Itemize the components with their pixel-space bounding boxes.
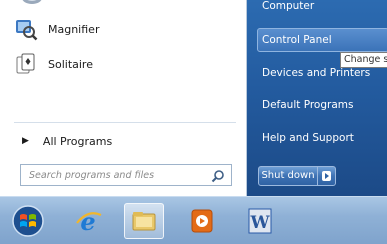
start-menu-programs-pane: Magnifier Solitaire ▶ All Programs: [0, 0, 247, 196]
program-label: Magnifier: [48, 22, 100, 36]
taskbar-media-player[interactable]: [182, 203, 222, 239]
program-solitaire[interactable]: Solitaire: [14, 49, 234, 79]
menu-item-help-and-support[interactable]: Help and Support: [262, 132, 354, 144]
menu-item-default-programs[interactable]: Default Programs: [262, 99, 353, 111]
file-explorer-icon: [132, 212, 156, 231]
expand-arrow-icon: ▶: [22, 136, 29, 146]
internet-explorer-icon: e: [76, 207, 102, 236]
program-label: Solitaire: [48, 57, 93, 71]
search-box[interactable]: [20, 164, 232, 186]
all-programs-link[interactable]: ▶ All Programs: [22, 131, 222, 151]
shutdown-button[interactable]: Shut down: [258, 166, 318, 186]
media-player-icon: [191, 209, 213, 233]
svg-text:W: W: [249, 213, 270, 233]
menu-item-devices-and-printers[interactable]: Devices and Printers: [262, 67, 370, 79]
search-input[interactable]: [27, 168, 211, 182]
arrow-right-icon: [322, 171, 331, 181]
tooltip: Change s: [340, 52, 387, 68]
program-magnifier[interactable]: Magnifier: [14, 14, 234, 44]
solitaire-icon: [14, 52, 38, 76]
all-programs-label: All Programs: [42, 134, 113, 148]
svg-text:e: e: [80, 207, 95, 236]
taskbar-word[interactable]: W: [240, 203, 280, 239]
menu-item-computer[interactable]: Computer: [262, 0, 314, 12]
start-button[interactable]: [8, 203, 48, 239]
magnifier-icon: [14, 17, 38, 41]
taskbar-internet-explorer[interactable]: e: [68, 203, 108, 239]
menu-item-control-panel[interactable]: Control Panel: [262, 34, 332, 46]
separator: [14, 122, 236, 123]
search-icon[interactable]: [211, 169, 225, 183]
word-icon: W: [248, 208, 272, 234]
start-orb-icon: [12, 205, 44, 237]
shutdown-options-button[interactable]: [318, 166, 336, 186]
shutdown-control: Shut down: [258, 166, 336, 186]
partial-program-icon: [20, 0, 44, 6]
taskbar: e W: [0, 196, 387, 244]
taskbar-file-explorer[interactable]: [124, 203, 164, 239]
